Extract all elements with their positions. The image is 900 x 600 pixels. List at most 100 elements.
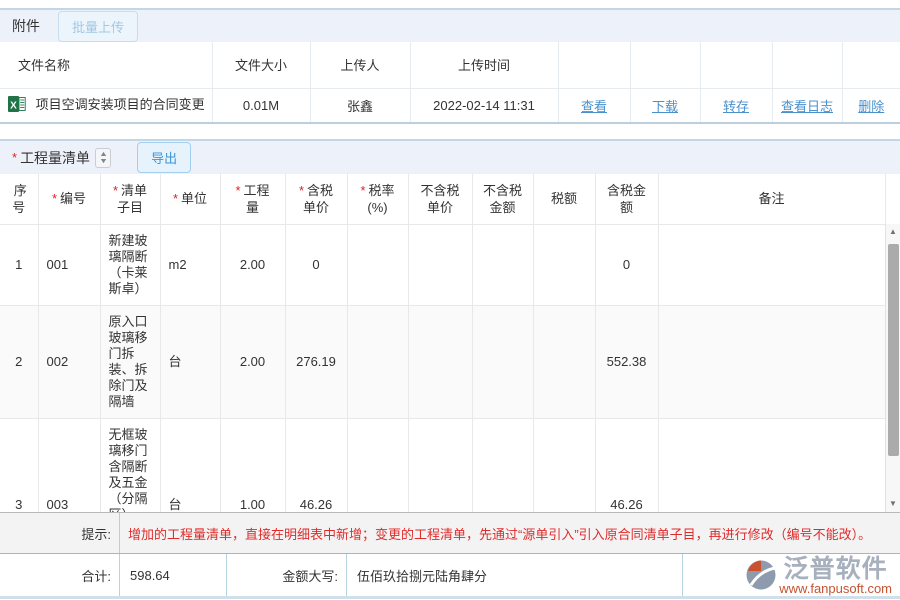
total-label: 合计: bbox=[0, 554, 120, 596]
attachments-bar: 附件 批量上传 bbox=[0, 8, 900, 42]
total-value: 598.64 bbox=[120, 554, 227, 596]
col-amount-tax: 含税金额 bbox=[595, 174, 658, 224]
col-action-1 bbox=[558, 42, 630, 88]
cell-seq: 1 bbox=[0, 224, 38, 305]
col-code: *编号 bbox=[38, 174, 100, 224]
scroll-up-icon[interactable]: ▲ bbox=[886, 227, 900, 237]
view-link[interactable]: 查看 bbox=[581, 99, 607, 114]
col-remark: 备注 bbox=[658, 174, 885, 224]
cell-code: 002 bbox=[38, 305, 100, 418]
vertical-scrollbar[interactable]: ▲ ▼ bbox=[885, 224, 900, 512]
cell-seq: 2 bbox=[0, 305, 38, 418]
cell-qty: 1.00 bbox=[220, 418, 285, 512]
top-strip bbox=[0, 0, 900, 8]
file-row: X 项目空调安装项目的合同变更 0.01M 张鑫 2022-02-14 11:3… bbox=[0, 88, 900, 123]
cell-amount-tax: 0 bbox=[595, 224, 658, 305]
cell-unit: 台 bbox=[160, 305, 220, 418]
scrollbar-thumb[interactable] bbox=[888, 244, 899, 456]
file-size: 0.01M bbox=[212, 88, 310, 123]
cell-remark bbox=[658, 305, 885, 418]
file-name: 项目空调安装项目的合同变更 bbox=[36, 97, 205, 112]
boq-row-3: 3 003 无框玻璃移门含隔断及五金（分隔区） 台 1.00 46.26 46.… bbox=[0, 418, 885, 512]
amount-words-value: 伍佰玖拾捌元陆角肆分 bbox=[347, 554, 683, 596]
boq-section: * 工程量清单 ▲▼ 导出 序号 *编号 *清单子目 *单位 bbox=[0, 139, 900, 512]
boq-label: 工程量清单 bbox=[20, 148, 90, 168]
excel-file-icon: X bbox=[8, 95, 26, 116]
cell-item: 无框玻璃移门含隔断及五金（分隔区） bbox=[100, 418, 160, 512]
col-qty: *工程量 bbox=[220, 174, 285, 224]
cell-item: 原入口玻璃移门拆装、拆除门及隔墙 bbox=[100, 305, 160, 418]
cell-seq: 3 bbox=[0, 418, 38, 512]
col-upload-time: 上传时间 bbox=[410, 42, 558, 88]
cell-qty: 2.00 bbox=[220, 224, 285, 305]
cell-amount-no-tax bbox=[472, 418, 533, 512]
col-action-2 bbox=[630, 42, 700, 88]
cell-price-tax: 46.26 bbox=[285, 418, 347, 512]
export-button[interactable]: 导出 bbox=[137, 142, 191, 173]
col-file-size: 文件大小 bbox=[212, 42, 310, 88]
cell-amount-no-tax bbox=[472, 305, 533, 418]
fanpu-url-text: www.fanpusoft.com bbox=[779, 582, 892, 596]
col-action-4 bbox=[772, 42, 842, 88]
amount-words-label: 金额大写: bbox=[227, 554, 347, 596]
sort-spinner-icon[interactable]: ▲▼ bbox=[95, 148, 111, 168]
batch-upload-button[interactable]: 批量上传 bbox=[58, 11, 138, 42]
cell-tax-rate bbox=[347, 224, 408, 305]
tip-row: 提示: 增加的工程量清单，直接在明细表中新增；变更的工程清单，先通过“源单引入”… bbox=[0, 512, 900, 553]
cell-tax bbox=[533, 224, 595, 305]
col-tax-rate: *税率(%) bbox=[347, 174, 408, 224]
cell-tax bbox=[533, 418, 595, 512]
tip-label: 提示: bbox=[0, 513, 120, 553]
required-asterisk: * bbox=[12, 150, 17, 165]
cell-price-no-tax bbox=[408, 305, 472, 418]
boq-header-row: 序号 *编号 *清单子目 *单位 *工程量 *含税单价 *税率(%) 不含税单价… bbox=[0, 174, 885, 224]
cell-remark bbox=[658, 224, 885, 305]
cell-qty: 2.00 bbox=[220, 305, 285, 418]
cell-remark bbox=[658, 418, 885, 512]
fanpu-logo-icon bbox=[745, 559, 777, 594]
cell-item: 新建玻璃隔断（卡莱斯卓） bbox=[100, 224, 160, 305]
cell-unit: 台 bbox=[160, 418, 220, 512]
col-item: *清单子目 bbox=[100, 174, 160, 224]
cell-price-tax: 276.19 bbox=[285, 305, 347, 418]
boq-bar: * 工程量清单 ▲▼ 导出 bbox=[0, 139, 900, 174]
col-price-no-tax: 不含税单价 bbox=[408, 174, 472, 224]
col-action-3 bbox=[700, 42, 772, 88]
cell-amount-tax: 46.26 bbox=[595, 418, 658, 512]
attachments-section: 附件 批量上传 文件名称 文件大小 上传人 上传时间 bbox=[0, 8, 900, 124]
fanpu-brand-text: 泛普软件 bbox=[784, 557, 888, 582]
boq-table-viewport: 序号 *编号 *清单子目 *单位 *工程量 *含税单价 *税率(%) 不含税单价… bbox=[0, 174, 900, 512]
col-file-name: 文件名称 bbox=[0, 42, 212, 88]
cell-unit: m2 bbox=[160, 224, 220, 305]
download-link[interactable]: 下载 bbox=[652, 99, 678, 114]
cell-tax-rate bbox=[347, 305, 408, 418]
cell-amount-no-tax bbox=[472, 224, 533, 305]
col-tax: 税额 bbox=[533, 174, 595, 224]
svg-text:X: X bbox=[10, 101, 17, 112]
col-uploader: 上传人 bbox=[310, 42, 410, 88]
col-unit: *单位 bbox=[160, 174, 220, 224]
boq-table: 序号 *编号 *清单子目 *单位 *工程量 *含税单价 *税率(%) 不含税单价… bbox=[0, 174, 886, 512]
delete-link[interactable]: 删除 bbox=[858, 99, 884, 114]
fanpu-watermark: 泛普软件 www.fanpusoft.com bbox=[745, 557, 892, 596]
col-seq: 序号 bbox=[0, 174, 38, 224]
col-amount-no-tax: 不含税金额 bbox=[472, 174, 533, 224]
view-log-link[interactable]: 查看日志 bbox=[781, 99, 833, 114]
cell-price-no-tax bbox=[408, 418, 472, 512]
attachments-header-row: 文件名称 文件大小 上传人 上传时间 bbox=[0, 42, 900, 88]
section-gap bbox=[0, 124, 900, 139]
cell-amount-tax: 552.38 bbox=[595, 305, 658, 418]
cell-code: 003 bbox=[38, 418, 100, 512]
tip-text: 增加的工程量清单，直接在明细表中新增；变更的工程清单，先通过“源单引入”引入原合… bbox=[120, 513, 871, 553]
boq-row-1: 1 001 新建玻璃隔断（卡莱斯卓） m2 2.00 0 0 bbox=[0, 224, 885, 305]
file-upload-time: 2022-02-14 11:31 bbox=[410, 88, 558, 123]
boq-row-2: 2 002 原入口玻璃移门拆装、拆除门及隔墙 台 2.00 276.19 552… bbox=[0, 305, 885, 418]
col-action-5 bbox=[842, 42, 900, 88]
file-uploader: 张鑫 bbox=[310, 88, 410, 123]
col-price-tax: *含税单价 bbox=[285, 174, 347, 224]
cell-tax-rate bbox=[347, 418, 408, 512]
cell-tax bbox=[533, 305, 595, 418]
scroll-down-icon[interactable]: ▼ bbox=[886, 499, 900, 509]
cell-code: 001 bbox=[38, 224, 100, 305]
save-as-link[interactable]: 转存 bbox=[723, 99, 749, 114]
